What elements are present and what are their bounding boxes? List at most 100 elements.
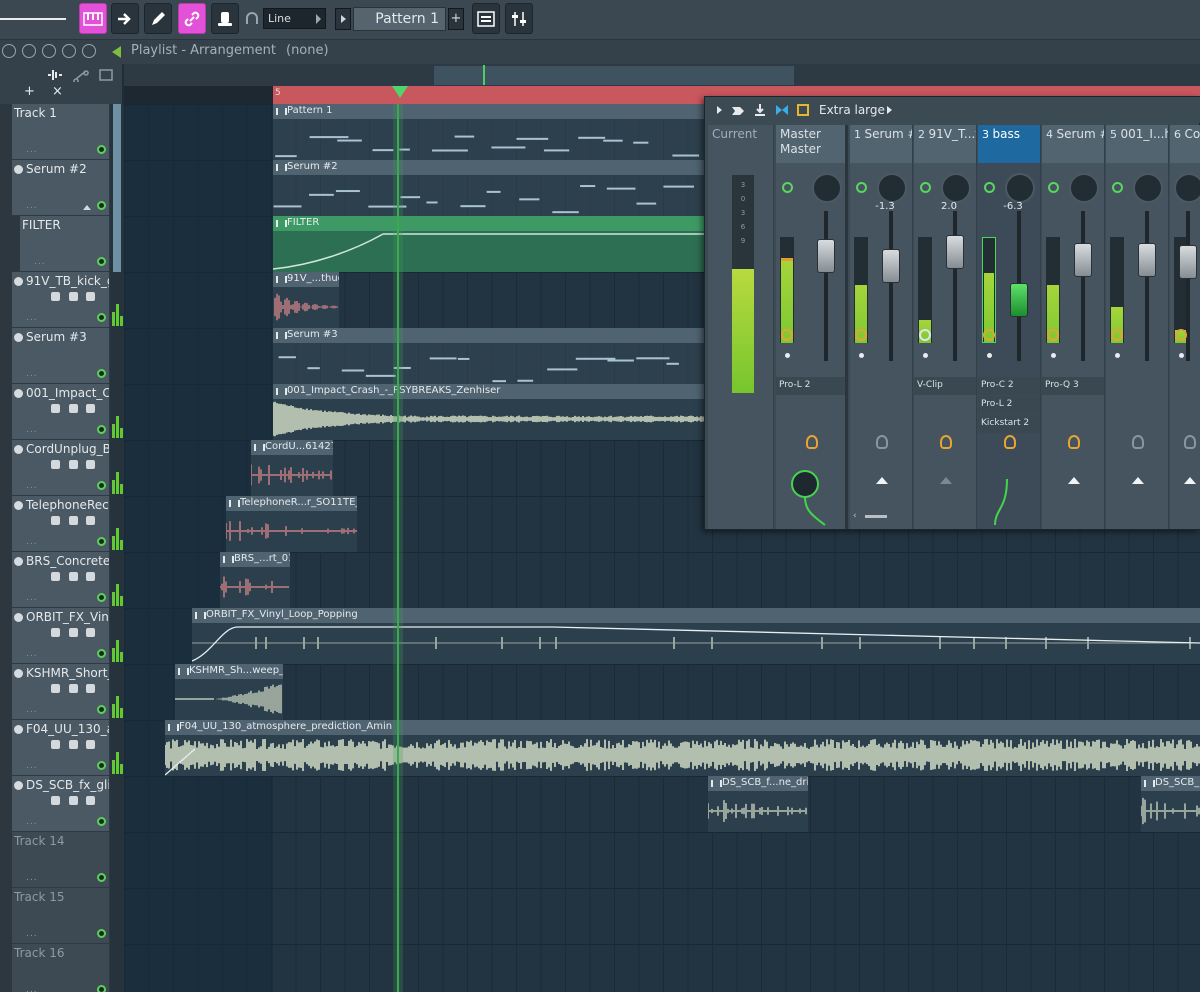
info-icon[interactable] bbox=[14, 277, 23, 286]
zoom-icon[interactable] bbox=[42, 44, 56, 58]
pencil-icon[interactable] bbox=[144, 3, 172, 34]
track-header[interactable]: FILTER... bbox=[20, 216, 110, 272]
dot-icon[interactable] bbox=[86, 516, 95, 525]
track-mute-led[interactable] bbox=[97, 369, 106, 378]
playlist-clip[interactable]: Pattern 1 bbox=[273, 104, 704, 160]
track-mute-led[interactable] bbox=[97, 313, 106, 322]
track-header[interactable]: Serum #3... bbox=[12, 328, 110, 384]
track-header[interactable]: BRS_Concrete_...... bbox=[12, 552, 110, 608]
info-icon[interactable] bbox=[14, 613, 23, 622]
track-mute-led[interactable] bbox=[97, 201, 106, 210]
send-arrow-icon[interactable] bbox=[875, 477, 888, 484]
mixer-volume-fader[interactable] bbox=[1179, 245, 1197, 279]
clock-icon[interactable] bbox=[781, 329, 793, 341]
track-mute-led[interactable] bbox=[97, 145, 106, 154]
mixer-fx-slot[interactable]: V-Clip bbox=[914, 377, 976, 395]
add-pattern-button[interactable]: + bbox=[448, 8, 464, 30]
track-header[interactable]: TelephoneRecei...... bbox=[12, 496, 110, 552]
mixer-layout-icon[interactable] bbox=[775, 103, 789, 116]
add-track-button[interactable]: + bbox=[24, 84, 35, 99]
volume-icon[interactable] bbox=[68, 292, 78, 301]
dot-icon[interactable] bbox=[86, 740, 95, 749]
volume-icon[interactable] bbox=[68, 684, 78, 693]
playlist-clip[interactable]: DS_SCB_f...ne_drill bbox=[708, 776, 808, 832]
mixer-strip[interactable]: 3 bass -6.3 Pro-C 2 Pro-L 2 Kickstart 2 bbox=[978, 125, 1041, 529]
mixer-size-label[interactable]: Extra large bbox=[819, 103, 885, 117]
playlist-clip[interactable]: Serum #2 bbox=[273, 160, 704, 216]
info-icon[interactable] bbox=[14, 725, 23, 734]
mixer-pan-knob[interactable] bbox=[877, 173, 907, 203]
close-icon[interactable]: × bbox=[52, 84, 63, 99]
volume-icon[interactable] bbox=[68, 572, 78, 581]
routing-icon[interactable] bbox=[51, 628, 60, 637]
info-icon[interactable] bbox=[14, 165, 23, 174]
mixer-current-strip[interactable]: Current 3 0 3 6 9 bbox=[708, 125, 774, 529]
playlist-clip[interactable]: 91V_...thud bbox=[273, 272, 339, 328]
track-mini-controls[interactable] bbox=[51, 796, 95, 808]
dot-icon[interactable] bbox=[86, 572, 95, 581]
clock-icon[interactable] bbox=[919, 329, 931, 341]
playlist-clip[interactable]: ORBIT_FX_Vinyl_Loop_Popping bbox=[192, 608, 1200, 664]
mixer-strip[interactable]: 4 Serum #3 Pro-Q 3 bbox=[1042, 125, 1105, 529]
bulb-icon[interactable] bbox=[1067, 435, 1080, 449]
minimap-view-box[interactable] bbox=[434, 66, 794, 85]
mixer-volume-fader[interactable] bbox=[1074, 243, 1092, 277]
speaker-icon[interactable] bbox=[112, 46, 121, 58]
playlist-clip[interactable]: KSHMR_Sh...weep_11 bbox=[175, 664, 283, 720]
arrow-right-icon[interactable] bbox=[111, 3, 139, 34]
playlist-clip[interactable]: DS_SCB_... bbox=[1141, 776, 1200, 832]
playlist-clip[interactable]: 001_Impact_Crash_-_PSYBREAKS_Zenhiser bbox=[273, 384, 704, 440]
snap-mode-select[interactable]: Line bbox=[263, 8, 326, 29]
volume-icon[interactable] bbox=[82, 44, 96, 58]
hat-icon[interactable] bbox=[211, 3, 239, 34]
dot-icon[interactable] bbox=[86, 796, 95, 805]
mixer-enable-led[interactable] bbox=[782, 182, 793, 193]
mixer-fx-slot[interactable]: Kickstart 2 bbox=[978, 415, 1040, 433]
bulb-icon[interactable] bbox=[1184, 435, 1196, 449]
playhead[interactable] bbox=[393, 104, 403, 992]
clock-icon[interactable] bbox=[1047, 329, 1059, 341]
mixer-window-icon[interactable] bbox=[505, 3, 533, 34]
track-header[interactable]: DS_SCB_fx_glit...... bbox=[12, 776, 110, 832]
track-mute-led[interactable] bbox=[97, 257, 106, 266]
info-icon[interactable] bbox=[14, 389, 23, 398]
mixer-strip[interactable]: 1 Serum #2 -1.3 bbox=[850, 125, 913, 529]
bulb-icon[interactable] bbox=[1131, 435, 1144, 449]
track-header[interactable]: F04_UU_130_a...... bbox=[12, 720, 110, 776]
mixer-pan-knob[interactable] bbox=[941, 173, 971, 203]
mixer-fx-slot[interactable]: Pro-Q 3 bbox=[1042, 377, 1104, 395]
routing-icon[interactable] bbox=[51, 684, 60, 693]
mixer-strip-header[interactable]: 4 Serum #3 bbox=[1042, 125, 1104, 163]
mixer-fx-slot[interactable]: Pro-L 2 bbox=[776, 377, 845, 395]
track-mute-led[interactable] bbox=[97, 873, 106, 882]
mixer-enable-led[interactable] bbox=[856, 182, 867, 193]
chevron-up-icon[interactable] bbox=[83, 205, 91, 210]
track-header[interactable]: Track 14... bbox=[12, 832, 110, 888]
playlist-clip[interactable]: F04_UU_130_atmosphere_prediction_Amin bbox=[165, 720, 1200, 776]
clock-icon[interactable] bbox=[1175, 329, 1187, 341]
track-header[interactable]: 001_Impact_Cr...... bbox=[12, 384, 110, 440]
send-arrow-icon[interactable] bbox=[939, 477, 952, 484]
routing-icon[interactable] bbox=[51, 292, 60, 301]
track-mute-led[interactable] bbox=[97, 537, 106, 546]
track-mute-led[interactable] bbox=[97, 761, 106, 770]
mixer-link-icon[interactable] bbox=[731, 103, 745, 116]
headphones-icon[interactable] bbox=[246, 12, 258, 24]
track-mini-controls[interactable] bbox=[51, 404, 95, 416]
dot-icon[interactable] bbox=[86, 404, 95, 413]
track-header[interactable]: 91V_TB_kick_gr...... bbox=[12, 272, 110, 328]
mixer-scroll-handle[interactable]: ‹ bbox=[853, 511, 887, 521]
dot-icon[interactable] bbox=[86, 684, 95, 693]
track-mini-controls[interactable] bbox=[51, 572, 95, 584]
mixer-volume-fader[interactable] bbox=[1138, 243, 1156, 277]
track-mute-led[interactable] bbox=[97, 705, 106, 714]
info-icon[interactable] bbox=[14, 333, 23, 342]
volume-icon[interactable] bbox=[68, 404, 78, 413]
track-mute-led[interactable] bbox=[97, 593, 106, 602]
mixer-enable-led[interactable] bbox=[920, 182, 931, 193]
info-icon[interactable] bbox=[14, 557, 23, 566]
menu-icon[interactable] bbox=[2, 44, 16, 58]
routing-icon[interactable] bbox=[51, 516, 60, 525]
mixer-fx-slot[interactable]: Pro-C 2 bbox=[978, 377, 1040, 395]
track-mute-led[interactable] bbox=[97, 649, 106, 658]
